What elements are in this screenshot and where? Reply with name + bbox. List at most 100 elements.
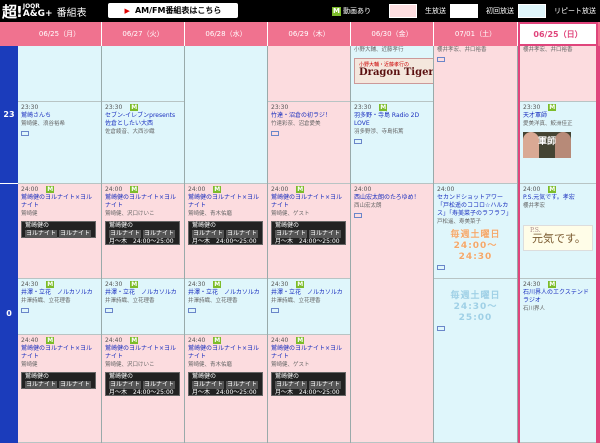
first-swatch (450, 4, 478, 18)
mail-icon[interactable] (105, 308, 113, 313)
program-title[interactable]: セカンドショットアワー「戸松遥のココロ☆ハルカス」「寿美菜子のラフラフ」 (437, 194, 514, 218)
mail-icon[interactable] (188, 308, 196, 313)
program-cast: 竹達彩奈、沼倉愛美 (271, 121, 321, 127)
program-title[interactable]: 天才軍師 (523, 112, 593, 120)
program-title[interactable]: 井澤・立花 ノルカソルカ (105, 289, 181, 297)
program-title[interactable]: 井澤・立花 ノルカソルカ (188, 289, 264, 297)
program-slot[interactable]: 24:30 M 井澤・立花 ノルカソルカ 井澤詩織、立花理香 (185, 279, 267, 335)
program-slot[interactable]: 24:30 M 石川界人のエクステンドラジオ 石川界人 (520, 279, 596, 443)
program-slot[interactable]: 24:30 M 井澤・立花 ノルカソルカ 井澤詩織、立花理香 (268, 279, 350, 335)
repeat-swatch (518, 4, 546, 18)
program-banner: 鷲崎健の ヨルナイト ヨルナイト (21, 372, 96, 389)
legend-repeat-label: リピート放送 (554, 7, 596, 15)
mail-icon[interactable] (271, 131, 279, 136)
program-slot[interactable]: 小野大輔、近藤孝行 小野大輔・近藤孝行の Dragon Tiger (351, 46, 433, 102)
program-slot[interactable]: 23:30 M 天才軍師 愛美洋真、鮫洲佳正 軍師 (520, 102, 596, 184)
day-tab-mon[interactable]: 06/25（月） (18, 22, 102, 46)
program-slot[interactable]: 24:30 M 井澤・立花 ノルカソルカ 井澤詩織、立花理香 (18, 279, 101, 335)
banner-line: 鷲崎健の (25, 373, 50, 380)
mail-icon[interactable] (437, 57, 445, 62)
program-slot[interactable]: 24:00 M 鷲崎健のヨルナイト×ヨルナイト 鷲崎健、青木佑磨 鷲崎健の ヨルナイ… (185, 184, 267, 279)
program-title[interactable]: 鷲崎健のヨルナイト×ヨルナイト (105, 345, 181, 361)
program-title[interactable]: P.S.元気です。孝宏 (523, 194, 593, 202)
mail-icon[interactable] (354, 213, 362, 218)
program-slot[interactable]: 24:40 M 鷲崎健のヨルナイト×ヨルナイト 鷲崎健 鷲崎健の ヨルナイト ヨルナイ… (18, 335, 101, 443)
program-cast: 鷲崎健、浪谷裕希 (21, 121, 66, 127)
program-banner: 鷲崎健の ヨルナイト ヨルナイト 月～木 24:00～25:00 (105, 221, 180, 245)
site-logo[interactable]: 超! JOQR A&G+ 番組表 (2, 2, 87, 21)
program-title[interactable]: 鷲崎健のヨルナイト×ヨルナイト (271, 345, 347, 361)
program-banner: 鷲崎健の ヨルナイト ヨルナイト 月～木 24:00～25:00 (188, 221, 263, 245)
amfm-schedule-button[interactable]: ▶ AM/FM番組表はこちら (108, 3, 238, 18)
legend-video-label: 動画あり (343, 7, 371, 15)
program-slot[interactable]: 23:30 M セブン-イレブンpresents佐倉としたい大西 佐倉綾音、大西沙… (102, 102, 184, 184)
day-tab-tue[interactable]: 06/27（火） (102, 22, 185, 46)
mail-icon[interactable] (437, 326, 445, 331)
video-icon: M (548, 281, 557, 288)
program-slot[interactable]: 24:00 セカンドショットアワー「戸松遥のココロ☆ハルカス」「寿美菜子のラフラ… (434, 184, 517, 279)
mail-icon[interactable] (21, 308, 29, 313)
scrollbar[interactable] (596, 46, 600, 443)
hour-23: 23 (0, 46, 18, 184)
program-title[interactable]: 鷲崎健のヨルナイト×ヨルナイト (271, 194, 347, 210)
program-title[interactable]: 鷲崎健のヨルナイト×ヨルナイト (21, 345, 98, 361)
video-icon: M (548, 104, 557, 111)
banner-line: ヨルナイト ヨルナイト (275, 230, 342, 238)
program-slot[interactable]: 24:00 M 鷲崎健のヨルナイト×ヨルナイト 鷲崎健 鷲崎健の ヨルナイト ヨルナイ… (18, 184, 101, 279)
program-title[interactable]: 鷲崎健のヨルナイト×ヨルナイト (188, 194, 264, 210)
day-tab-thu[interactable]: 06/29（木） (268, 22, 351, 46)
program-slot[interactable]: 24:00 西山宏太朗のたろゆめ！ 西山宏太朗 (351, 184, 433, 443)
program-cast: 鷲崎健、青木佑磨 (188, 362, 233, 368)
empty-slot (268, 46, 350, 102)
program-title[interactable]: 鷲崎健のヨルナイト×ヨルナイト (21, 194, 98, 210)
banner-line: 鷲崎健の (192, 222, 217, 229)
mail-icon[interactable] (271, 308, 279, 313)
program-slot[interactable]: 24:30 M 井澤・立花 ノルカソルカ 井澤詩織、立花理香 (102, 279, 184, 335)
program-time: 24:00 M (21, 186, 55, 193)
program-title[interactable]: 竹達・沼倉の初ラジ！ (271, 112, 347, 120)
banner-line: 元気です。 (532, 232, 586, 245)
day-tab-sat[interactable]: 07/01（土） (434, 22, 518, 46)
program-slot[interactable]: 23:30 鷲崎さんち 鷲崎健、浪谷裕希 (18, 102, 101, 184)
day-tab-today[interactable]: 06/25（日） (518, 22, 598, 46)
day-tab-fri[interactable]: 06/30（金） (351, 22, 434, 46)
program-slot[interactable]: 24:00 M P.S.元気です。孝宏 櫻井孝宏 P.S. 元気です。 (520, 184, 596, 279)
program-banner: 鷲崎健の ヨルナイト ヨルナイト 月～木 24:00～25:00 (188, 372, 263, 396)
program-title[interactable]: セブン-イレブンpresents佐倉としたい大西 (105, 112, 181, 128)
program-title[interactable]: 井澤・立花 ノルカソルカ (271, 289, 347, 297)
program-cast: 羽多野渉、寺島拓篤 (354, 129, 404, 135)
program-slot[interactable]: 24:40 M 鷲崎健のヨルナイト×ヨルナイト 鷲崎健、ゲスト 鷲崎健の ヨルナイト… (268, 335, 350, 443)
program-slot[interactable]: 23:30 M 羽多野・寺島 Radio 2D LOVE 羽多野渉、寺島拓篤 (351, 102, 433, 184)
day-header: 06/25（月） 06/27（火） 06/28（水） 06/29（木） 06/3… (0, 22, 600, 46)
program-title[interactable]: 鷲崎健のヨルナイト×ヨルナイト (188, 345, 264, 361)
program-slot[interactable]: 24:00 M 鷲崎健のヨルナイト×ヨルナイト 鷲崎健、沢口けいこ 鷲崎健の ヨルナ… (102, 184, 184, 279)
video-icon: M (296, 186, 305, 193)
program-title[interactable]: 西山宏太朗のたろゆめ！ (354, 194, 430, 202)
column-fri: 小野大輔、近藤孝行 小野大輔・近藤孝行の Dragon Tiger 23:30 M… (351, 46, 434, 443)
program-slot[interactable]: 24:40 M 鷲崎健のヨルナイト×ヨルナイト 鷲崎健、青木佑磨 鷲崎健の ヨルナイ… (185, 335, 267, 443)
program-slot[interactable]: 櫻井孝宏、井口裕香 (434, 46, 517, 184)
program-cast: 櫻井孝宏、井口裕香 (437, 47, 487, 53)
program-title[interactable]: 鷲崎さんち (21, 112, 98, 120)
program-title[interactable]: 羽多野・寺島 Radio 2D LOVE (354, 112, 430, 128)
program-time: 24:40 M (271, 337, 305, 344)
program-cast: 小野大輔、近藤孝行 (354, 47, 404, 53)
program-slot[interactable]: 24:00 M 鷲崎健のヨルナイト×ヨルナイト 鷲崎健、ゲスト 鷲崎健の ヨルナイト… (268, 184, 350, 279)
video-icon: M (213, 337, 222, 344)
banner-line: ヨルナイト ヨルナイト (275, 381, 342, 389)
day-tab-wed[interactable]: 06/28（水） (185, 22, 268, 46)
program-title[interactable]: 石川界人のエクステンドラジオ (523, 289, 593, 305)
mail-icon[interactable] (437, 265, 445, 270)
program-time: 24:00 M (523, 186, 557, 193)
program-slot[interactable]: 23:30 竹達・沼倉の初ラジ！ 竹達彩奈、沼倉愛美 (268, 102, 350, 184)
banner-line: ヨルナイト ヨルナイト (192, 230, 259, 238)
program-slot[interactable]: 24:40 M 鷲崎健のヨルナイト×ヨルナイト 鷲崎健、沢口けいこ 鷲崎健の ヨルナ… (102, 335, 184, 443)
program-banner: 小野大輔・近藤孝行の Dragon Tiger (354, 58, 433, 84)
video-icon: M (46, 186, 55, 193)
mail-icon[interactable] (21, 131, 29, 136)
program-title[interactable]: 井澤・立花 ノルカソルカ (21, 289, 98, 297)
program-slot[interactable]: 毎週土曜日 24:30～25:00 (434, 279, 517, 443)
program-slot[interactable]: 櫻井孝宏、井口裕香 (520, 46, 596, 102)
mail-icon[interactable] (354, 139, 362, 144)
program-title[interactable]: 鷲崎健のヨルナイト×ヨルナイト (105, 194, 181, 210)
